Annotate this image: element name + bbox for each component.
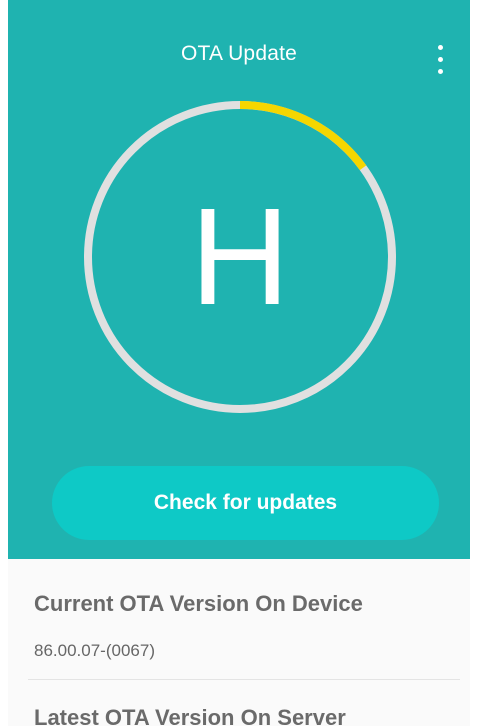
current-version-label: Current OTA Version On Device xyxy=(34,591,363,616)
hero-panel: OTA Update H Check for updates xyxy=(8,0,470,559)
latest-version-label: Latest OTA Version On Server xyxy=(34,705,346,726)
app-frame: OTA Update H Check for updates Current O… xyxy=(8,0,470,726)
divider xyxy=(28,679,460,680)
version-info-panel: Current OTA Version On Device 86.00.07-(… xyxy=(8,559,470,726)
current-version-value: 86.00.07-(0067) xyxy=(34,641,155,660)
page-title: OTA Update xyxy=(180,42,297,65)
update-progress-dial: H xyxy=(80,97,400,417)
status-letter: H xyxy=(190,179,290,334)
check-for-updates-button[interactable]: Check for updates xyxy=(52,466,439,540)
more-vert-icon[interactable] xyxy=(430,43,450,77)
